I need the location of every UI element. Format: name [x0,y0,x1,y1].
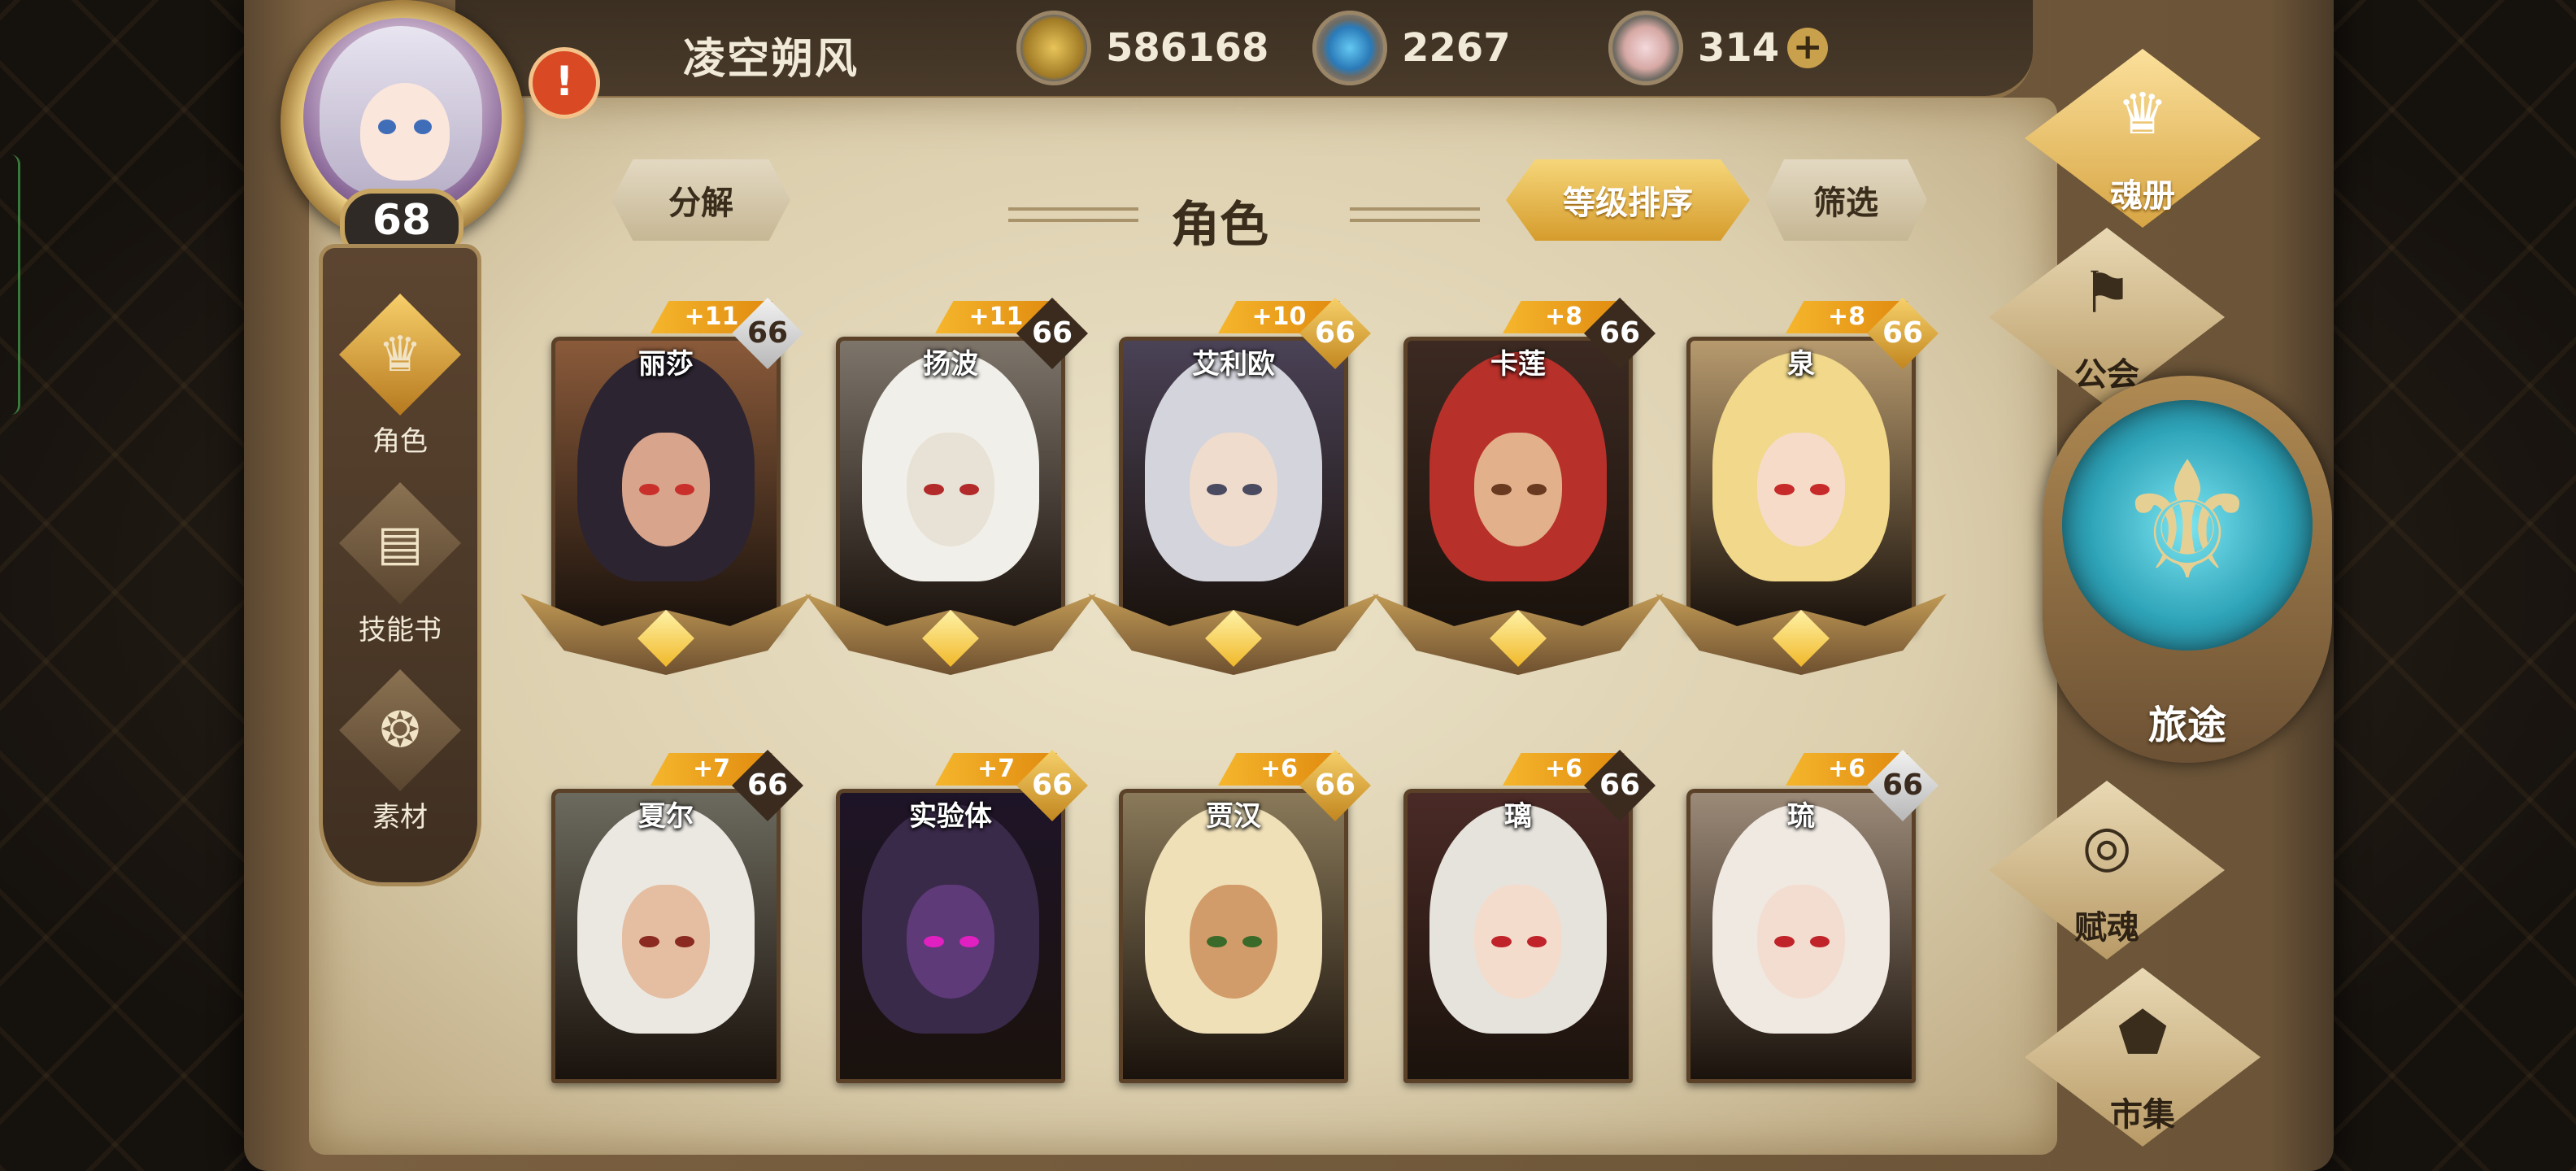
title-ornament-left [1008,207,1138,222]
character-card[interactable]: 夏尔 +7 66 [537,750,803,1160]
market-button[interactable]: ⬟ 市集 [2025,968,2261,1147]
journey-button[interactable]: ⚜ 旅途 [2043,376,2332,763]
character-card[interactable]: 卡莲 +8 66 [1373,298,1664,707]
pentagon-gem-icon: ⬟ [2117,999,2168,1066]
category-sidebar: ♛ 角色 ▤ 技能书 ❂ 素材 [319,244,481,886]
journey-label: 旅途 [2147,703,2226,748]
add-gem-button[interactable]: + [1787,28,1829,68]
resource-gem: 314 + [1608,11,1829,85]
sidebar-label: 素材 [372,801,428,834]
blue-crystal-icon [1312,11,1387,85]
soul-book-icon: ♛ [2117,81,2169,147]
pink-gem-icon [1608,11,1683,85]
gold-value: 586168 [1106,25,1269,71]
character-card[interactable]: 丽莎 +11 66 [520,298,812,707]
filter-button[interactable]: 筛选 [1764,159,1927,241]
sidebar-item-character[interactable]: ♛ 角色 [323,294,477,459]
character-card[interactable]: 泉 +8 66 [1656,298,1947,707]
spiral-icon: ◎ [2082,812,2132,879]
endow-soul-label: 赋魂 [2074,909,2139,947]
market-label: 市集 [2110,1096,2175,1134]
crystal-value: 2267 [1402,25,1511,71]
skill-book-icon: ▤ [339,482,461,604]
material-icon: ❂ [339,669,461,791]
sidebar-label: 角色 [372,425,428,458]
sort-by-level-button[interactable]: 等级排序 [1506,159,1750,241]
edge-handle [0,155,20,415]
gem-value: 314 [1698,25,1780,71]
character-card[interactable]: 扬波 +11 66 [805,298,1096,707]
endow-soul-button[interactable]: ◎ 赋魂 [1989,781,2225,960]
character-card[interactable]: 贾汉 +6 66 [1104,750,1371,1160]
title-ornament-right [1350,207,1480,222]
guild-wolf-icon: ⚑ [2081,259,2133,326]
resource-crystal: 2267 [1312,11,1511,85]
page-title: 角色 [1171,197,1268,254]
character-card[interactable]: 实验体 +7 66 [821,750,1088,1160]
character-icon: ♛ [339,294,461,416]
soul-book-button[interactable]: ♛ 魂册 [2025,49,2261,228]
sidebar-label: 技能书 [359,614,442,646]
resource-gold: 586168 [1016,11,1268,85]
avatar-image [303,18,502,216]
decompose-button[interactable]: 分解 [611,159,790,241]
player-name: 凌空朔风 [683,35,859,84]
character-card[interactable]: 艾利欧 +10 66 [1088,298,1379,707]
character-card[interactable]: 璃 +6 66 [1389,750,1656,1160]
soul-book-label: 魂册 [2110,177,2175,215]
alert-icon[interactable]: ! [529,47,600,119]
gold-coin-icon [1016,11,1091,85]
sidebar-item-skill-book[interactable]: ▤ 技能书 [323,482,477,647]
sidebar-item-material[interactable]: ❂ 素材 [323,669,477,834]
journey-emblem-icon: ⚜ [2062,400,2313,651]
character-card[interactable]: 琉 +6 66 [1672,750,1939,1160]
